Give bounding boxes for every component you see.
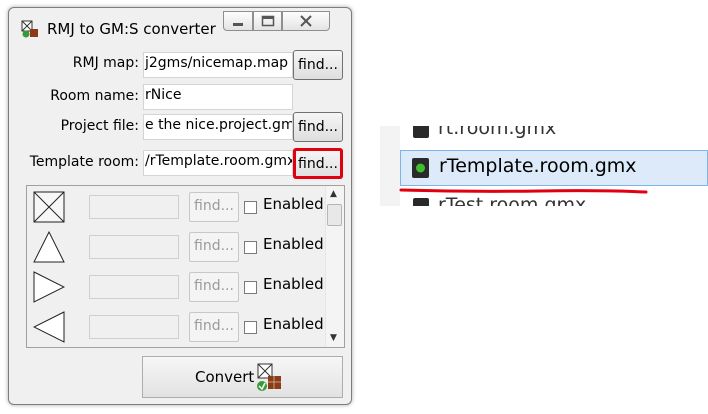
enabled-checkbox[interactable] <box>244 281 257 294</box>
triangle-up-icon <box>33 231 65 263</box>
shape-field[interactable] <box>89 235 179 259</box>
convert-label: Convert <box>195 368 255 386</box>
room-name-label: Room name: <box>50 88 139 104</box>
convert-button[interactable]: Convert <box>142 356 343 398</box>
file-item[interactable]: rTest.room.gmx <box>438 194 586 206</box>
triangle-left-icon <box>33 311 65 343</box>
rmj-map-label: RMJ map: <box>72 55 139 71</box>
scroll-down-icon[interactable]: ▼ <box>330 333 337 343</box>
list-item: find... Enabled <box>27 229 327 265</box>
minimize-icon <box>233 23 243 26</box>
vertical-scrollbar[interactable]: ▲ ▼ <box>325 186 344 347</box>
maximize-icon <box>261 15 275 27</box>
shape-find-button[interactable]: find... <box>189 232 239 262</box>
project-file-find-button[interactable]: find... <box>293 112 343 142</box>
enabled-checkbox[interactable] <box>244 321 257 334</box>
enabled-label: Enabled <box>263 235 324 253</box>
gmx-file-icon <box>413 198 429 206</box>
room-name-input[interactable]: rNice <box>143 84 293 110</box>
close-icon <box>300 15 312 27</box>
scroll-up-icon[interactable]: ▲ <box>330 189 337 199</box>
shape-find-button[interactable]: find... <box>189 192 239 222</box>
app-icon <box>21 20 38 38</box>
shapes-panel: find... Enabled find... Enabled find... … <box>26 185 345 348</box>
list-item: find... Enabled <box>27 309 327 345</box>
highlight-box <box>293 148 343 179</box>
shape-field[interactable] <box>89 275 179 299</box>
file-item-label: rTemplate.room.gmx <box>439 155 637 177</box>
file-item[interactable]: rt.room.gmx <box>438 126 556 139</box>
project-file-input[interactable]: e the nice.project.gmx <box>143 114 293 140</box>
template-room-input[interactable]: /rTemplate.room.gmx <box>143 150 293 176</box>
template-room-label: Template room: <box>29 154 139 170</box>
rmj-map-find-button[interactable]: find... <box>293 50 343 80</box>
rmj-map-input[interactable]: j2gms/nicemap.map <box>143 52 293 78</box>
window-title: RMJ to GM:S converter <box>47 20 216 38</box>
shape-find-button[interactable]: find... <box>189 272 239 302</box>
project-file-label: Project file: <box>60 118 139 134</box>
enabled-label: Enabled <box>263 315 324 333</box>
minimize-button[interactable] <box>223 11 253 31</box>
close-button[interactable] <box>282 11 330 31</box>
scroll-thumb[interactable] <box>327 204 342 226</box>
gmx-file-icon <box>412 158 429 178</box>
explorer-gutter <box>380 126 400 206</box>
shape-find-button[interactable]: find... <box>189 312 239 342</box>
enabled-checkbox[interactable] <box>244 201 257 214</box>
crossed-box-icon <box>33 191 65 223</box>
triangle-right-icon <box>33 271 65 303</box>
maximize-button[interactable] <box>253 11 282 31</box>
enabled-checkbox[interactable] <box>244 241 257 254</box>
file-explorer-crop: rt.room.gmx rTemplate.room.gmx rTest.roo… <box>380 126 708 206</box>
file-item-selected[interactable]: rTemplate.room.gmx <box>400 150 708 186</box>
converter-window: RMJ to GM:S converter RMJ map: j2gms/nic… <box>8 7 352 405</box>
list-item: find... Enabled <box>27 269 327 305</box>
convert-icon <box>257 363 281 391</box>
shape-field[interactable] <box>89 195 179 219</box>
enabled-label: Enabled <box>263 275 324 293</box>
title-bar[interactable]: RMJ to GM:S converter <box>9 8 351 40</box>
enabled-label: Enabled <box>263 195 324 213</box>
gmx-file-icon <box>413 126 429 138</box>
shape-field[interactable] <box>89 315 179 339</box>
list-item: find... Enabled <box>27 189 327 225</box>
